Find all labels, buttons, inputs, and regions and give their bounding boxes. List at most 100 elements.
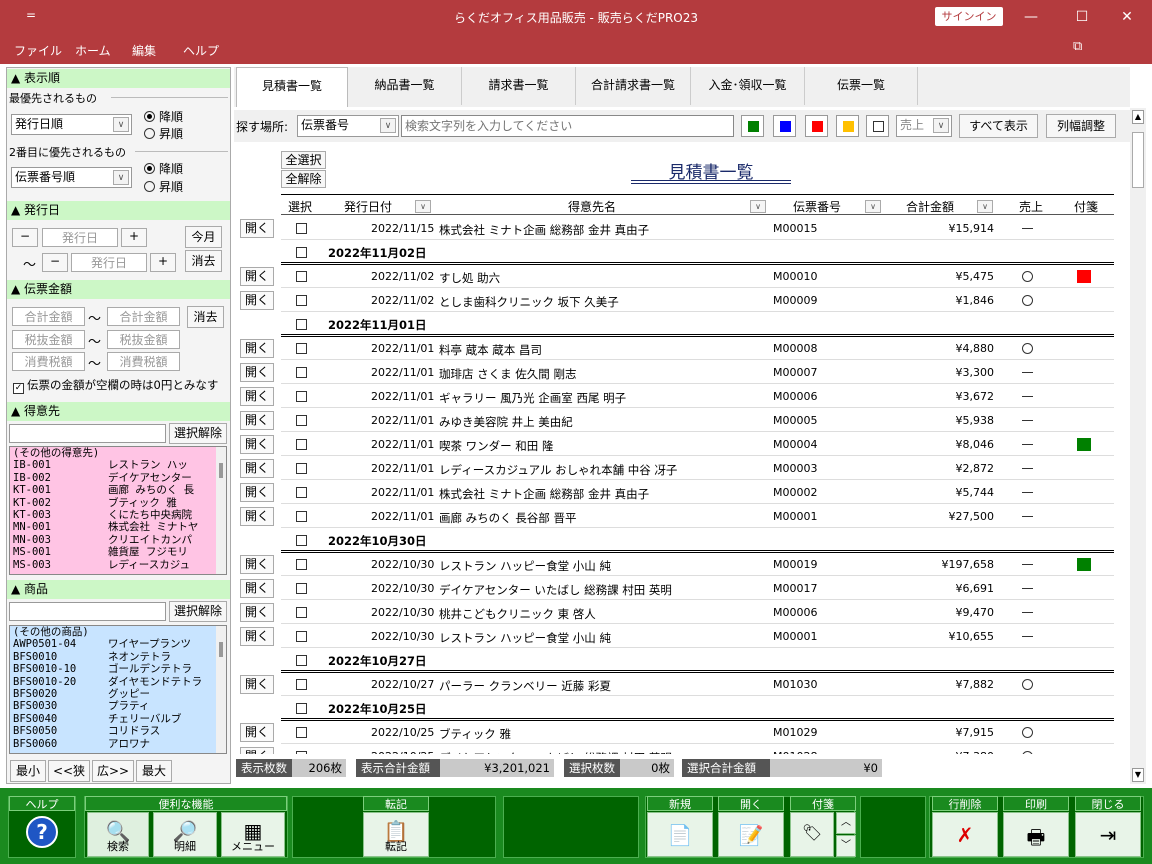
open-row-button[interactable]: 開く (240, 339, 274, 358)
menu-file[interactable]: ファイル (14, 42, 62, 59)
row-select-checkbox[interactable] (296, 343, 307, 354)
filter-yellow-button[interactable] (836, 115, 859, 137)
vertical-scrollbar[interactable]: ▲ ▼ (1130, 108, 1146, 784)
filter-red-button[interactable] (805, 115, 828, 137)
open-row-button[interactable]: 開く (240, 555, 274, 574)
list-item[interactable]: BFS0020 グッピー (10, 688, 226, 700)
row-select-checkbox[interactable] (296, 439, 307, 450)
open-row-button[interactable]: 開く (240, 675, 274, 694)
list-item[interactable]: IB-002 デイケアセンター (10, 472, 226, 484)
zero-amount-checkbox[interactable]: ✓ 伝票の金額が空欄の時は0円とみなす (13, 377, 218, 394)
total-from-input[interactable]: 合計金額 (12, 307, 85, 326)
tag-up-button[interactable]: ︿ (836, 812, 856, 834)
list-item[interactable]: BFS0010 ネオンテトラ (10, 651, 226, 663)
row-select-checkbox[interactable] (296, 511, 307, 522)
width-min-button[interactable]: 最小 (10, 760, 46, 782)
open-row-button[interactable]: 開く (240, 747, 274, 754)
row-select-checkbox[interactable] (296, 295, 307, 306)
open-row-button[interactable]: 開く (240, 363, 274, 382)
select-all-button[interactable]: 全選択 (281, 151, 326, 169)
close-icon[interactable]: ✕ (1112, 5, 1142, 29)
open-row-button[interactable]: 開く (240, 579, 274, 598)
date-group-checkbox[interactable] (296, 319, 307, 330)
column-adjust-button[interactable]: 列幅調整 (1046, 114, 1116, 138)
list-item[interactable]: BFS0030 プラティ (10, 700, 226, 712)
col-select[interactable]: 選択 (288, 198, 312, 215)
tag-marker[interactable] (1077, 438, 1091, 451)
deselect-all-button[interactable]: 全解除 (281, 170, 326, 188)
detail-button[interactable]: 🔎 明細 (153, 812, 217, 857)
tab-slips[interactable]: 伝票一覧 (805, 67, 918, 105)
list-item[interactable]: KT-001 画廊 みちのく 長 (10, 484, 226, 496)
minimize-icon[interactable]: — (1016, 5, 1046, 29)
open-row-button[interactable]: 開く (240, 507, 274, 526)
list-item[interactable]: BFS0010-10 ゴールデンテトラ (10, 663, 226, 675)
date-group-checkbox[interactable] (296, 703, 307, 714)
sale-filter-select[interactable]: 売上 ∨ (896, 115, 952, 137)
customer-list[interactable]: (その他の得意先) IB-001 レストラン ハッ IB-002 デイケアセンター KT-… (9, 446, 227, 575)
list-item[interactable]: BFS0050 コリドラス (10, 725, 226, 737)
row-select-checkbox[interactable] (296, 271, 307, 282)
tax-to-input[interactable]: 消費税額 (107, 352, 180, 371)
list-item[interactable]: KT-003 くにたち中央病院 (10, 509, 226, 521)
sort-amount-icon[interactable]: ∨ (977, 200, 993, 213)
list-item[interactable]: (その他の商品) (10, 626, 226, 638)
tax-from-input[interactable]: 消費税額 (12, 352, 85, 371)
row-select-checkbox[interactable] (296, 487, 307, 498)
row-select-checkbox[interactable] (296, 727, 307, 738)
customer-section-header[interactable]: ▲ 得意先 (7, 402, 230, 421)
row-select-checkbox[interactable] (296, 559, 307, 570)
tag-marker[interactable] (1077, 270, 1091, 283)
sort-customer-icon[interactable]: ∨ (750, 200, 766, 213)
product-search-input[interactable] (9, 602, 166, 621)
amount-section-header[interactable]: ▲ 伝票金額 (7, 280, 230, 299)
priority1-asc-radio[interactable]: 昇順 (144, 125, 183, 142)
tab-invoices[interactable]: 請求書一覧 (462, 67, 576, 105)
customer-deselect-button[interactable]: 選択解除 (169, 423, 227, 444)
row-select-checkbox[interactable] (296, 415, 307, 426)
col-customer[interactable]: 得意先名 (568, 198, 616, 215)
delete-row-button[interactable]: ✗ (932, 812, 998, 857)
open-row-button[interactable]: 開く (240, 603, 274, 622)
date-group-checkbox[interactable] (296, 535, 307, 546)
date-to-minus-button[interactable]: − (42, 253, 68, 272)
new-button[interactable]: 📄 (647, 812, 713, 857)
priority2-select[interactable]: 伝票番号順 ∨ (11, 167, 132, 188)
print-button[interactable]: 🖶 (1003, 812, 1069, 857)
signin-button[interactable]: サインイン (935, 7, 1003, 26)
sort-section-header[interactable]: ▲ 表示順 (7, 69, 230, 88)
tab-estimates[interactable]: 見積書一覧 (236, 67, 348, 107)
list-item[interactable]: MS-003 レディースカジュ (10, 559, 226, 571)
menu-help[interactable]: ヘルプ (183, 42, 219, 59)
row-select-checkbox[interactable] (296, 631, 307, 642)
row-select-checkbox[interactable] (296, 607, 307, 618)
customer-search-input[interactable] (9, 424, 166, 443)
list-item[interactable]: MN-001 株式会社 ミナトヤ (10, 521, 226, 533)
date-from-plus-button[interactable]: + (121, 228, 147, 247)
list-item[interactable]: BFS0040 チェリーバルブ (10, 713, 226, 725)
row-select-checkbox[interactable] (296, 679, 307, 690)
col-amount[interactable]: 合計金額 (906, 198, 954, 215)
open-row-button[interactable]: 開く (240, 483, 274, 502)
date-group-checkbox[interactable] (296, 247, 307, 258)
col-date[interactable]: 発行日付 (344, 198, 392, 215)
tag-marker[interactable] (1077, 558, 1091, 571)
search-field-select[interactable]: 伝票番号 ∨ (297, 115, 399, 137)
open-row-button[interactable]: 開く (240, 723, 274, 742)
date-to-plus-button[interactable]: + (150, 253, 176, 272)
maximize-icon[interactable]: ☐ (1067, 5, 1097, 29)
menu-home[interactable]: ホーム (75, 42, 111, 59)
list-item[interactable]: MS-001 雑貨屋 フジモリ (10, 546, 226, 558)
open-row-button[interactable]: 開く (240, 291, 274, 310)
close-button[interactable]: ⇥ (1075, 812, 1141, 857)
list-item[interactable]: BFS0060 アロワナ (10, 738, 226, 750)
transfer-button[interactable]: 📋 転記 (363, 812, 429, 857)
list-item[interactable]: AWP0501-04 ワイヤープランツ (10, 638, 226, 650)
row-select-checkbox[interactable] (296, 391, 307, 402)
filter-white-button[interactable] (866, 115, 889, 137)
scroll-up-icon[interactable]: ▲ (1132, 110, 1144, 124)
scroll-down-icon[interactable]: ▼ (1132, 768, 1144, 782)
product-list[interactable]: (その他の商品) AWP0501-04 ワイヤープランツ BFS0010 ネオンテトラ B… (9, 625, 227, 754)
tab-receipts[interactable]: 入金･領収一覧 (691, 67, 805, 105)
date-section-header[interactable]: ▲ 発行日 (7, 201, 230, 220)
